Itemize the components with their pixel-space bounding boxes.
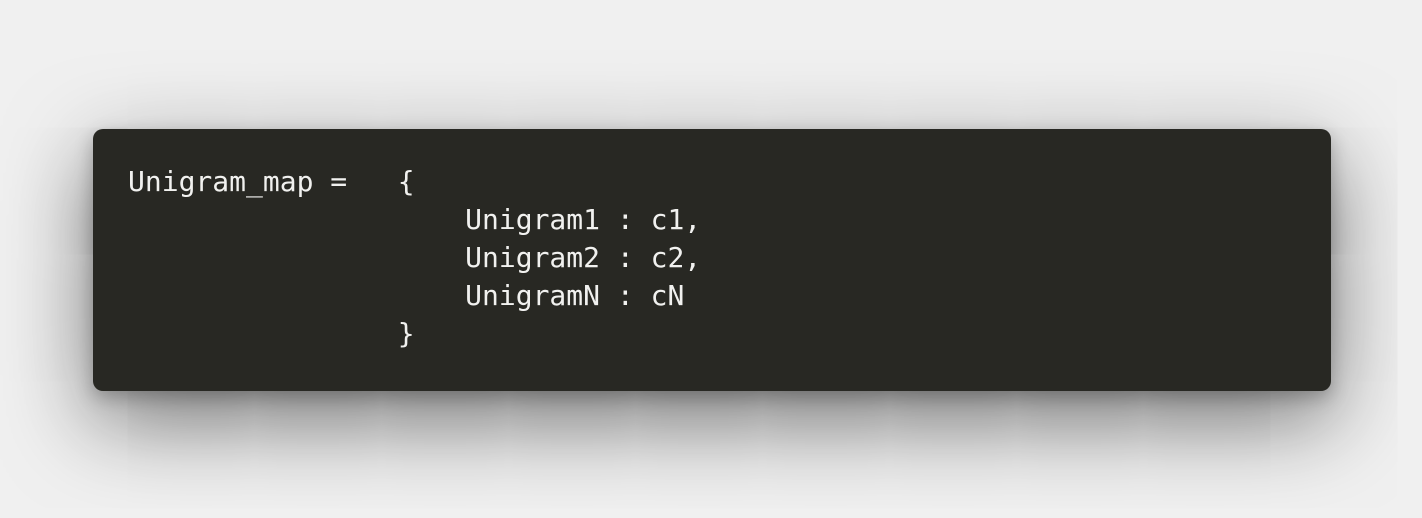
- code-block: Unigram_map = { Unigram1 : c1, Unigram2 …: [128, 163, 701, 353]
- code-line-4: UnigramN : cN: [128, 279, 685, 312]
- code-line-1: Unigram_map = {: [128, 165, 415, 198]
- code-line-3: Unigram2 : c2,: [128, 241, 702, 274]
- code-line-2: Unigram1 : c1,: [128, 203, 702, 236]
- code-line-5: }: [128, 317, 415, 350]
- code-card: Unigram_map = { Unigram1 : c1, Unigram2 …: [93, 129, 1331, 391]
